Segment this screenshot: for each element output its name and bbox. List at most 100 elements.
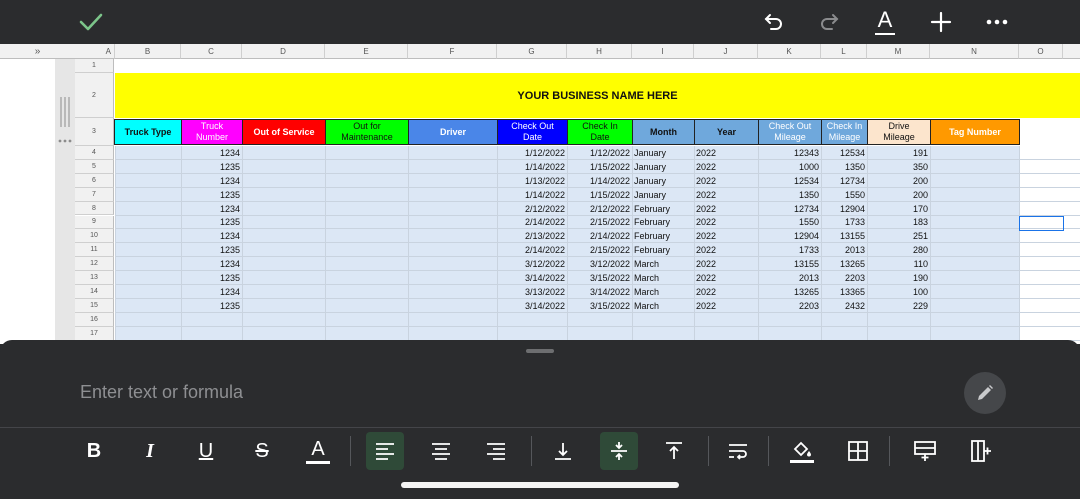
table-cell[interactable]: 12734 (821, 174, 867, 188)
header-cell[interactable]: Check In Mileage (821, 119, 868, 145)
header-cell[interactable]: Drive Mileage (867, 119, 931, 145)
column-header-k[interactable]: K (758, 44, 821, 59)
row-header-9[interactable]: 9 (75, 215, 114, 230)
text-color-button[interactable]: A (299, 432, 337, 470)
align-top-button[interactable] (655, 432, 693, 470)
table-cell[interactable]: 2/14/2022 (567, 229, 632, 243)
table-cell[interactable]: 2022 (694, 257, 758, 271)
table-cell[interactable]: 12534 (821, 146, 867, 160)
table-cell[interactable]: 251 (867, 229, 930, 243)
row-header-4[interactable]: 4 (75, 146, 114, 160)
table-cell[interactable]: March (632, 285, 694, 299)
row-header-17[interactable]: 17 (75, 326, 114, 341)
header-cell[interactable]: Check Out Date (497, 119, 568, 145)
table-cell[interactable]: 1350 (758, 188, 821, 202)
undo-icon[interactable] (757, 6, 791, 38)
table-cell[interactable]: 1/15/2022 (567, 188, 632, 202)
table-cell[interactable]: 2/14/2022 (497, 216, 567, 230)
table-cell[interactable]: 1235 (181, 299, 242, 313)
align-bottom-button[interactable] (544, 432, 582, 470)
table-cell[interactable]: 3/12/2022 (497, 257, 567, 271)
header-cell[interactable]: Month (632, 119, 695, 145)
table-cell[interactable]: 13265 (821, 257, 867, 271)
formula-input[interactable]: Enter text or formula (80, 382, 243, 403)
row-header-1[interactable]: 1 (75, 59, 114, 73)
table-cell[interactable]: 12734 (758, 202, 821, 216)
column-header-g[interactable]: G (497, 44, 567, 59)
text-format-icon[interactable]: A (868, 6, 902, 38)
fill-color-button[interactable] (783, 432, 821, 470)
table-cell[interactable]: 2013 (821, 243, 867, 257)
table-cell[interactable]: 280 (867, 243, 930, 257)
table-cell[interactable]: March (632, 257, 694, 271)
table-cell[interactable]: January (632, 146, 694, 160)
strikethrough-button[interactable]: S (243, 432, 281, 470)
row-header-12[interactable]: 12 (75, 257, 114, 272)
table-cell[interactable]: 2022 (694, 146, 758, 160)
table-cell[interactable]: March (632, 271, 694, 285)
align-center-button[interactable] (422, 432, 460, 470)
table-cell[interactable]: 1/14/2022 (497, 160, 567, 174)
table-cell[interactable]: 13265 (758, 285, 821, 299)
table-cell[interactable]: 100 (867, 285, 930, 299)
table-cell[interactable]: 2013 (758, 271, 821, 285)
column-header-c[interactable]: C (181, 44, 242, 59)
table-cell[interactable]: 1234 (181, 257, 242, 271)
italic-button[interactable]: I (131, 432, 169, 470)
table-cell[interactable]: January (632, 160, 694, 174)
row-header-10[interactable]: 10 (75, 229, 114, 244)
table-cell[interactable]: 2022 (694, 188, 758, 202)
table-cell[interactable]: 3/14/2022 (567, 285, 632, 299)
table-cell[interactable]: 2/14/2022 (497, 243, 567, 257)
table-cell[interactable]: March (632, 299, 694, 313)
borders-button[interactable] (839, 432, 877, 470)
table-cell[interactable]: 1235 (181, 216, 242, 230)
table-cell[interactable]: 2022 (694, 285, 758, 299)
redo-icon[interactable] (812, 6, 846, 38)
table-cell[interactable]: 200 (867, 174, 930, 188)
table-cell[interactable]: 229 (867, 299, 930, 313)
row-header-3[interactable]: 3 (75, 118, 114, 146)
table-cell[interactable]: 1234 (181, 202, 242, 216)
header-cell[interactable]: Truck Type (114, 119, 182, 145)
row-header-8[interactable]: 8 (75, 201, 114, 216)
table-cell[interactable]: 350 (867, 160, 930, 174)
table-cell[interactable]: 2022 (694, 271, 758, 285)
table-cell[interactable]: 12343 (758, 146, 821, 160)
underline-button[interactable]: U (187, 432, 225, 470)
align-left-button[interactable] (366, 432, 404, 470)
table-cell[interactable]: 2203 (821, 271, 867, 285)
column-header-m[interactable]: M (867, 44, 930, 59)
table-cell[interactable]: 183 (867, 216, 930, 230)
panel-drag-handle[interactable] (526, 349, 554, 353)
row-header-14[interactable]: 14 (75, 285, 114, 299)
row-header-16[interactable]: 16 (75, 312, 114, 327)
column-header-b[interactable]: B (115, 44, 181, 59)
table-cell[interactable]: 2022 (694, 160, 758, 174)
column-header-e[interactable]: E (325, 44, 408, 59)
table-cell[interactable]: 1235 (181, 160, 242, 174)
done-check-icon[interactable] (74, 6, 108, 38)
table-cell[interactable]: 13365 (821, 285, 867, 299)
table-cell[interactable]: 1234 (181, 229, 242, 243)
column-header-l[interactable]: L (821, 44, 867, 59)
table-cell[interactable]: 190 (867, 271, 930, 285)
table-cell[interactable]: 2022 (694, 299, 758, 313)
table-cell[interactable]: 1550 (758, 216, 821, 230)
table-cell[interactable]: 2/13/2022 (497, 229, 567, 243)
row-header-5[interactable]: 5 (75, 159, 114, 174)
row-resize-handle-icon[interactable] (59, 95, 71, 129)
column-header-j[interactable]: J (694, 44, 758, 59)
table-cell[interactable]: 1/12/2022 (497, 146, 567, 160)
row-header-6[interactable]: 6 (75, 173, 114, 188)
table-cell[interactable]: 13155 (758, 257, 821, 271)
row-header-2[interactable]: 2 (75, 73, 114, 118)
table-cell[interactable]: 110 (867, 257, 930, 271)
table-cell[interactable]: 1234 (181, 174, 242, 188)
table-cell[interactable]: 2022 (694, 216, 758, 230)
spreadsheet-grid[interactable]: » ABCDEFGHIJKLMNO 1 2 3 4 5 6 7 8 9 10 11 12 13 14 15 1… (0, 44, 1080, 344)
table-cell[interactable]: 12904 (821, 202, 867, 216)
table-cell[interactable]: 1733 (821, 216, 867, 230)
bold-button[interactable]: B (75, 432, 113, 470)
table-cell[interactable]: February (632, 216, 694, 230)
